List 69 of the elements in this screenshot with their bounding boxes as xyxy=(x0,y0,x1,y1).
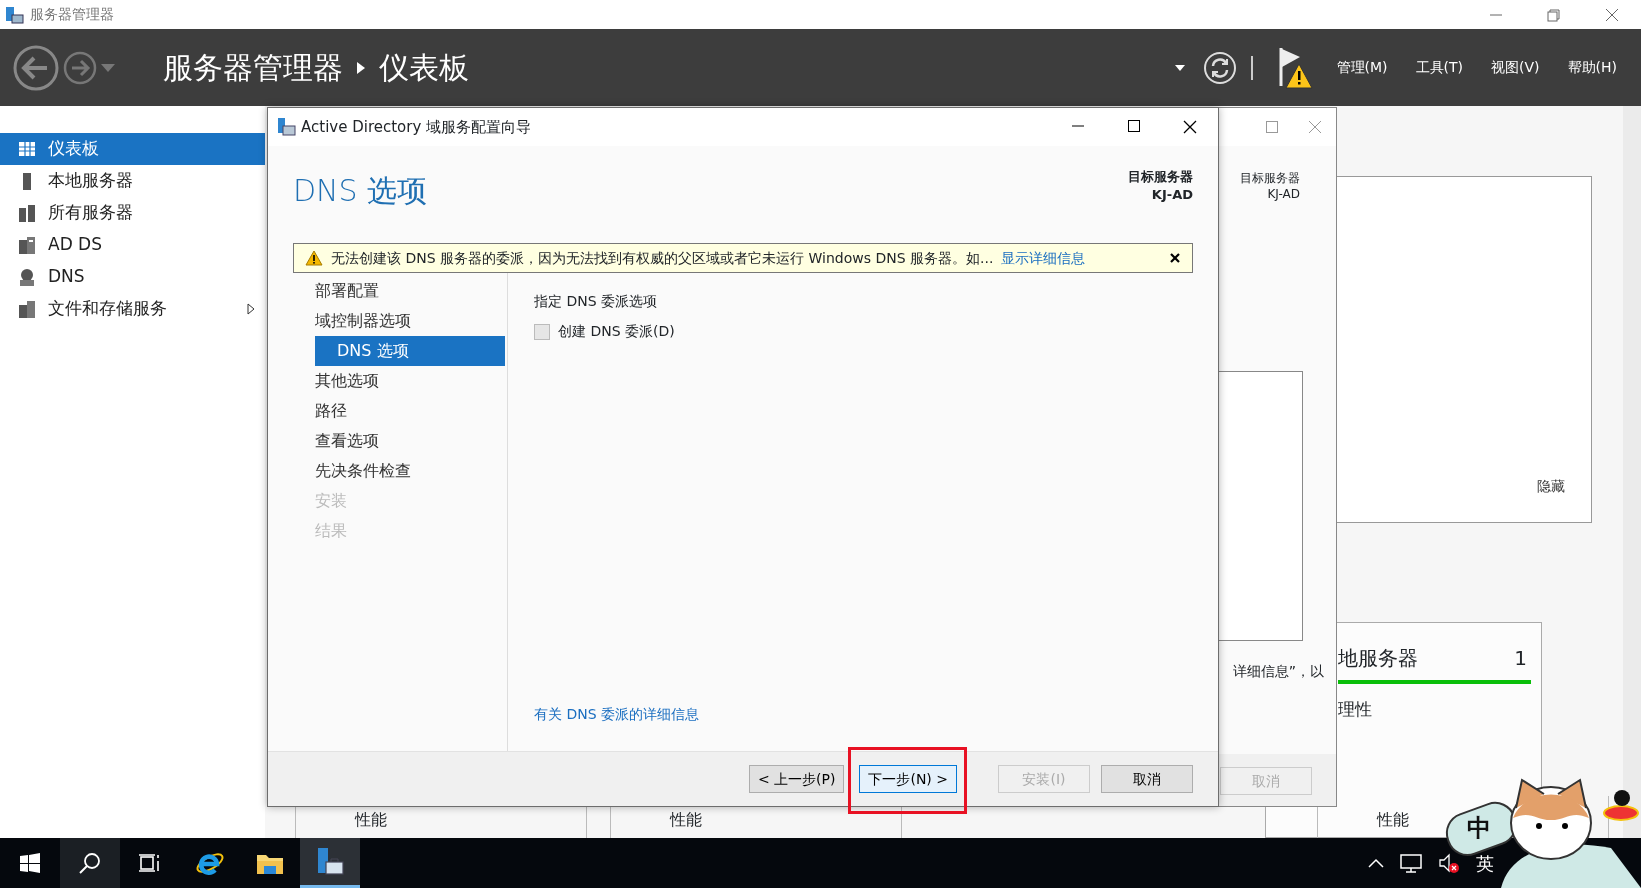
sidebar-item[interactable]: 所有服务器 xyxy=(0,197,265,229)
target-server: KJ-AD xyxy=(1267,186,1300,203)
search-button[interactable] xyxy=(60,838,120,888)
sidebar-item[interactable]: 本地服务器 xyxy=(0,165,265,197)
dropdown-caret-icon[interactable] xyxy=(1174,64,1185,71)
target-server: KJ-AD xyxy=(1150,186,1193,205)
details-link[interactable]: 显示详细信息 xyxy=(1001,247,1086,269)
forward-icon[interactable] xyxy=(63,50,97,85)
sidebar-item[interactable]: AD DS xyxy=(0,229,265,261)
wizard-step[interactable]: 先决条件检查 xyxy=(315,456,507,486)
sidebar-item[interactable]: 文件和存储服务 xyxy=(0,293,265,325)
wizard-button[interactable]: 取消 xyxy=(1101,765,1193,793)
warning-message: 无法创建该 DNS 服务器的委派，因为无法找到有权威的父区域或者它未运行 Windows DNS 服务器。如... xyxy=(331,248,994,268)
menu-item[interactable]: 视图(V) xyxy=(1485,57,1546,78)
close-icon[interactable] xyxy=(1170,253,1180,263)
tile-label: 性能 xyxy=(670,809,702,831)
server-manager-button[interactable] xyxy=(300,838,360,888)
chevron-up-icon[interactable] xyxy=(1368,858,1384,868)
target-label: 目标服务器 xyxy=(1240,171,1300,187)
tile-label: 性能 xyxy=(355,809,387,831)
windows-logo-icon xyxy=(20,853,40,873)
scrollbar[interactable] xyxy=(1623,106,1641,838)
wizard-button[interactable]: < 上一步(P) xyxy=(748,765,845,793)
close-icon[interactable] xyxy=(1183,120,1197,134)
file-server-icon xyxy=(18,299,36,319)
hide-link[interactable]: 隐藏 xyxy=(1537,476,1565,497)
back-icon[interactable] xyxy=(13,44,59,91)
tile-label: 性能 xyxy=(1377,809,1409,831)
refresh-icon[interactable] xyxy=(1202,50,1237,85)
input-method-indicator[interactable]: 英 xyxy=(1476,849,1494,877)
checkbox[interactable]: 创建 DNS 委派(D) xyxy=(534,321,1218,342)
search-icon xyxy=(79,852,101,874)
help-link[interactable]: 有关 DNS 委派的详细信息 xyxy=(534,704,700,725)
maximize-icon[interactable] xyxy=(1128,120,1140,132)
warning-icon xyxy=(305,250,323,266)
tile-count: 1 xyxy=(1514,645,1527,672)
window-title: Active Directory 域服务配置向导 xyxy=(301,116,532,138)
wizard-step[interactable]: 查看选项 xyxy=(315,426,507,456)
breadcrumb-item[interactable]: 服务器管理器 xyxy=(163,45,343,90)
breadcrumb-item: 仪表板 xyxy=(379,49,469,87)
target-label: 目标服务器 xyxy=(1128,168,1193,186)
page-title: DNS 选项 xyxy=(293,172,428,210)
wizard-step[interactable]: 域控制器选项 xyxy=(315,306,507,336)
network-icon[interactable] xyxy=(1400,853,1422,873)
wizard-step[interactable]: DNS 选项 xyxy=(315,336,505,366)
server-toolbox-icon xyxy=(315,846,345,877)
wizard-step[interactable]: 其他选项 xyxy=(315,366,507,396)
window-title: 服务器管理器 xyxy=(30,5,114,24)
servers-icon xyxy=(18,203,36,223)
wizard-icon xyxy=(276,117,296,137)
menu-item[interactable]: 帮助(H) xyxy=(1561,57,1623,78)
sidebar-item[interactable]: 仪表板 xyxy=(0,133,265,165)
section-label: 指定 DNS 委派选项 xyxy=(534,292,659,311)
wizard-step[interactable]: 路径 xyxy=(315,396,507,426)
expand-arrow-icon[interactable] xyxy=(247,303,255,315)
menu-item[interactable]: 管理(M) xyxy=(1330,57,1394,78)
tile-row-text: 理性 xyxy=(1338,698,1372,721)
grid-icon xyxy=(18,139,36,159)
body-text: 详细信息”，以 xyxy=(1232,662,1324,681)
sidebar-item[interactable]: DNS xyxy=(0,261,265,293)
tile-title: 地服务器 xyxy=(1338,645,1418,672)
volume-muted-icon[interactable] xyxy=(1438,853,1460,873)
app-icon xyxy=(4,4,24,25)
task-view-icon xyxy=(139,853,161,873)
breadcrumb-arrow-icon xyxy=(357,61,365,74)
ime-mode-label: 中 xyxy=(1467,813,1491,844)
wizard-step[interactable]: 部署配置 xyxy=(315,276,507,306)
wizard-button[interactable]: 下一步(N) > xyxy=(859,765,957,793)
menu-item[interactable]: 工具(T) xyxy=(1409,57,1470,78)
